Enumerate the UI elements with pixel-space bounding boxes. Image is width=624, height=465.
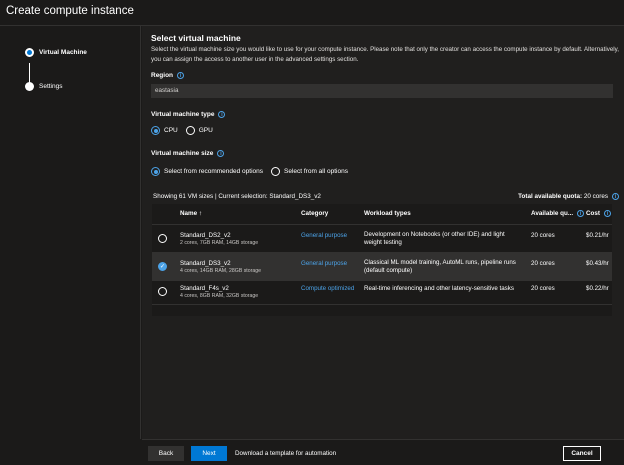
info-circle-icon[interactable]: i (218, 111, 226, 118)
radio-gpu[interactable] (185, 126, 195, 135)
vm-name: Standard_DS3_v2 (180, 260, 231, 267)
column-header-cost[interactable]: Cost i (586, 210, 611, 217)
step-settings[interactable]: Settings (25, 82, 63, 91)
vm-type-label: Virtual machine type i (151, 111, 226, 118)
section-title: Select virtual machine (151, 33, 241, 43)
step-inactive-icon (25, 82, 34, 91)
table-row[interactable]: Standard_DS2_v2 2 cores, 7GB RAM, 14GB s… (152, 224, 612, 252)
step-virtual-machine[interactable]: Virtual Machine (25, 48, 87, 57)
vm-specs: 4 cores, 8GB RAM, 32GB storage (180, 293, 259, 299)
column-header-cost-text: Cost (586, 210, 600, 217)
download-template-link[interactable]: Download a template for automation (235, 450, 336, 457)
column-header-workload[interactable]: Workload types (364, 210, 411, 217)
radio-recommended-label: Select from recommended options (164, 168, 263, 175)
region-field[interactable]: eastasia (151, 84, 613, 98)
vm-specs: 4 cores, 14GB RAM, 28GB storage (180, 268, 262, 274)
checkmark-icon[interactable]: ✓ (158, 262, 167, 271)
vm-size-table: Name ↑ Category Workload types Available… (152, 204, 612, 316)
row-radio[interactable] (158, 234, 167, 243)
info-circle-icon[interactable]: i (177, 72, 185, 79)
radio-cpu-label: CPU (164, 127, 178, 134)
column-header-category[interactable]: Category (301, 210, 328, 217)
vm-category-link[interactable]: General purpose (301, 260, 347, 267)
dialog-footer: Back Next Download a template for automa… (142, 439, 624, 465)
vm-specs: 2 cores, 7GB RAM, 14GB storage (180, 240, 259, 246)
table-row[interactable]: ✓ Standard_DS3_v2 4 cores, 14GB RAM, 28G… (152, 252, 612, 280)
dialog-titlebar: Create compute instance (0, 0, 624, 26)
table-row[interactable]: Standard_F4s_v2 4 cores, 8GB RAM, 32GB s… (152, 280, 612, 304)
region-label-text: Region (151, 72, 174, 79)
info-circle-icon[interactable]: i (217, 150, 225, 157)
vm-name: Standard_F4s_v2 (180, 285, 229, 292)
vm-size-label: Virtual machine size i (151, 150, 225, 157)
vm-available: 20 cores (531, 285, 555, 292)
vm-available: 20 cores (531, 260, 555, 267)
table-summary: Showing 61 VM sizes | Current selection:… (153, 193, 321, 200)
table-footer (152, 304, 612, 316)
row-radio[interactable] (158, 287, 167, 296)
cancel-button[interactable]: Cancel (563, 446, 601, 461)
quota-info: Total available quota: 20 cores i (518, 193, 619, 200)
info-circle-icon[interactable]: i (577, 210, 585, 217)
main-panel: Select virtual machine Select the virtua… (142, 26, 624, 439)
vm-category-link[interactable]: General purpose (301, 232, 347, 239)
table-summary-bar: Showing 61 VM sizes | Current selection:… (153, 193, 619, 200)
step-label: Settings (39, 83, 63, 90)
vm-cost: $0.22/hr (586, 285, 609, 292)
info-circle-icon[interactable]: i (604, 210, 611, 217)
back-button[interactable]: Back (148, 446, 184, 461)
next-button[interactable]: Next (191, 446, 227, 461)
radio-all-options[interactable] (271, 167, 280, 176)
column-header-available-text: Available qu... (531, 210, 574, 217)
radio-cpu[interactable] (151, 126, 160, 135)
column-header-name[interactable]: Name ↑ (180, 210, 202, 217)
vm-cost: $0.43/hr (586, 260, 609, 267)
wizard-steps: Virtual Machine Settings (0, 26, 141, 439)
info-circle-icon[interactable]: i (612, 193, 619, 200)
section-description: Select the virtual machine size you woul… (151, 46, 619, 63)
region-label: Region i (151, 72, 185, 79)
vm-workload: Real-time inferencing and other latency-… (364, 285, 514, 292)
vm-name: Standard_DS2_v2 (180, 232, 231, 239)
radio-gpu-label: GPU (198, 127, 213, 134)
vm-type-radio-group: CPU GPU (151, 126, 221, 135)
vm-available: 20 cores (531, 232, 555, 239)
quota-label: Total available quota: (518, 193, 583, 200)
step-label: Virtual Machine (39, 49, 87, 56)
dialog-title: Create compute instance (6, 5, 134, 17)
table-header: Name ↑ Category Workload types Available… (152, 204, 612, 224)
vm-type-label-text: Virtual machine type (151, 111, 215, 118)
step-connector (29, 63, 30, 83)
vm-category-link[interactable]: Compute optimized (301, 285, 354, 292)
radio-recommended[interactable] (151, 167, 160, 176)
vm-cost: $0.21/hr (586, 232, 609, 239)
quota-value: 20 cores (583, 193, 608, 200)
radio-all-options-label: Select from all options (284, 168, 348, 175)
step-active-icon (25, 48, 34, 57)
column-header-available[interactable]: Available qu... i (531, 210, 585, 217)
vm-workload: Development on Notebooks (or other IDE) … (364, 231, 505, 246)
vm-size-radio-group: Select from recommended options Select f… (151, 167, 356, 176)
vm-size-label-text: Virtual machine size (151, 150, 214, 157)
vm-workload: Classical ML model training, AutoML runs… (364, 259, 516, 274)
